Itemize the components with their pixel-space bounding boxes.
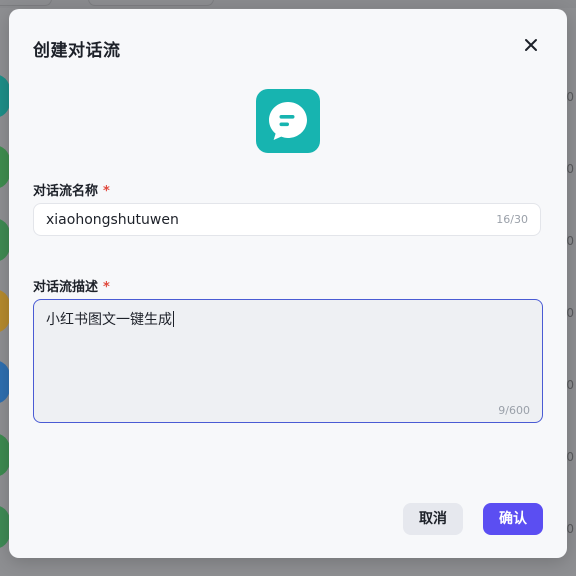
description-field-label: 对话流描述 * xyxy=(33,276,110,295)
description-value-wrap: 小红书图文一键生成 xyxy=(46,309,174,329)
close-icon xyxy=(525,39,537,51)
required-mark: * xyxy=(103,184,110,199)
chat-bubble-icon xyxy=(269,102,307,140)
cancel-button[interactable]: 取消 xyxy=(403,503,463,535)
text-caret xyxy=(173,311,174,327)
name-input[interactable]: xiaohongshutuwen 16/30 xyxy=(33,203,541,236)
description-value: 小红书图文一键生成 xyxy=(46,312,172,328)
create-chatflow-dialog: 创建对话流 对话流名称 * xiaohongshutuwen 16/30 对话流描… xyxy=(9,9,567,558)
app-background: -0 -0 -0 -0 -0 -0 -0 创建对话流 对话流名称 * xiaoho… xyxy=(0,0,576,576)
name-char-counter: 16/30 xyxy=(496,213,528,226)
name-field-label: 对话流名称 * xyxy=(33,180,110,199)
required-mark: * xyxy=(103,280,110,295)
name-label-text: 对话流名称 xyxy=(33,184,99,199)
background-topbar xyxy=(0,0,576,8)
background-tab xyxy=(88,0,214,6)
description-label-text: 对话流描述 xyxy=(33,280,99,295)
close-button[interactable] xyxy=(521,35,541,55)
dialog-title: 创建对话流 xyxy=(33,41,121,61)
name-input-value: xiaohongshutuwen xyxy=(46,212,179,228)
confirm-button[interactable]: 确认 xyxy=(483,503,543,535)
description-char-counter: 9/600 xyxy=(498,404,530,417)
description-textarea[interactable]: 小红书图文一键生成 9/600 xyxy=(33,299,543,423)
background-tab xyxy=(0,0,52,6)
app-icon[interactable] xyxy=(256,89,320,153)
